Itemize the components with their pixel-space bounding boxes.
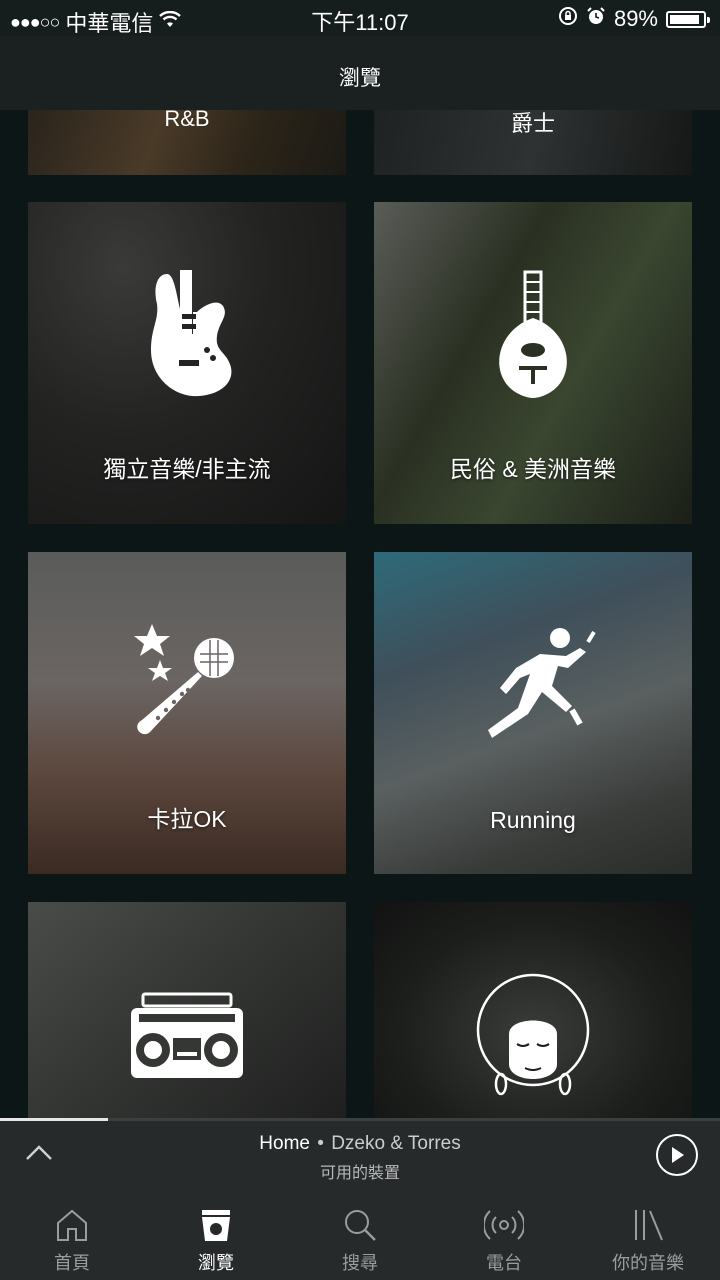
electric-guitar-icon xyxy=(28,270,346,400)
browse-icon xyxy=(202,1210,230,1241)
rotation-lock-icon xyxy=(558,6,578,32)
search-icon xyxy=(345,1210,376,1241)
tab-label: 首頁 xyxy=(54,1253,90,1273)
tab-label: 瀏覽 xyxy=(198,1253,234,1273)
running-figure-icon xyxy=(374,626,692,746)
radio-icon xyxy=(484,1210,524,1240)
tab-bar: 首頁 瀏覽 搜尋 電台 你的音樂 xyxy=(0,1193,720,1280)
genre-tile-running[interactable]: Running xyxy=(374,552,692,874)
mandolin-icon xyxy=(374,270,692,400)
tile-label: R&B xyxy=(164,110,210,131)
home-icon xyxy=(57,1209,87,1241)
afro-face-icon xyxy=(374,972,692,1102)
library-icon xyxy=(635,1210,663,1241)
tile-label: 獨立音樂/非主流 xyxy=(103,456,271,482)
tab-label: 電台 xyxy=(486,1253,522,1273)
play-button[interactable] xyxy=(656,1134,698,1176)
genre-tile-hiphop[interactable] xyxy=(28,902,346,1118)
genre-tile-soul[interactable] xyxy=(374,902,692,1118)
tab-your-music[interactable]: 你的音樂 xyxy=(576,1193,720,1280)
track-title: Home xyxy=(259,1133,310,1154)
tile-label: 爵士 xyxy=(510,111,555,136)
tile-label: 民俗 & 美洲音樂 xyxy=(449,456,617,482)
title-separator: • xyxy=(317,1133,324,1154)
track-artist: Dzeko & Torres xyxy=(331,1133,461,1154)
battery-percentage: 89% xyxy=(613,6,658,31)
genre-tile-folk[interactable]: 民俗 & 美洲音樂 xyxy=(374,202,692,524)
genre-tile-indie[interactable]: 獨立音樂/非主流 xyxy=(28,202,346,524)
genre-tile-karaoke[interactable]: 卡拉OK xyxy=(28,552,346,874)
tab-search[interactable]: 搜尋 xyxy=(288,1193,432,1280)
battery-icon xyxy=(666,10,710,28)
play-icon xyxy=(672,1147,684,1163)
tile-label: 卡拉OK xyxy=(147,806,227,832)
available-devices-label[interactable]: 可用的裝置 xyxy=(0,1159,720,1183)
nav-header: 瀏覽 xyxy=(0,36,720,110)
genre-tile-rnb[interactable]: R&B xyxy=(28,110,346,175)
alarm-icon xyxy=(586,6,606,32)
status-right: 89% xyxy=(558,6,710,32)
tile-label: Running xyxy=(490,807,576,833)
tab-label: 搜尋 xyxy=(342,1253,378,1273)
tab-radio[interactable]: 電台 xyxy=(432,1193,576,1280)
now-playing-title: Home • Dzeko & Torres xyxy=(0,1133,720,1155)
tab-label: 你的音樂 xyxy=(612,1253,684,1273)
karaoke-microphone-icon xyxy=(28,624,346,744)
genre-tile-jazz[interactable]: 爵士 xyxy=(374,110,692,175)
status-bar: ●●●○○ 中華電信 下午11:07 89% xyxy=(0,0,720,36)
tab-browse[interactable]: 瀏覽 xyxy=(144,1193,288,1280)
page-title: 瀏覽 xyxy=(339,67,381,90)
mini-player[interactable]: Home • Dzeko & Torres 可用的裝置 xyxy=(0,1121,720,1193)
boombox-icon xyxy=(28,992,346,1080)
tab-home[interactable]: 首頁 xyxy=(0,1193,144,1280)
